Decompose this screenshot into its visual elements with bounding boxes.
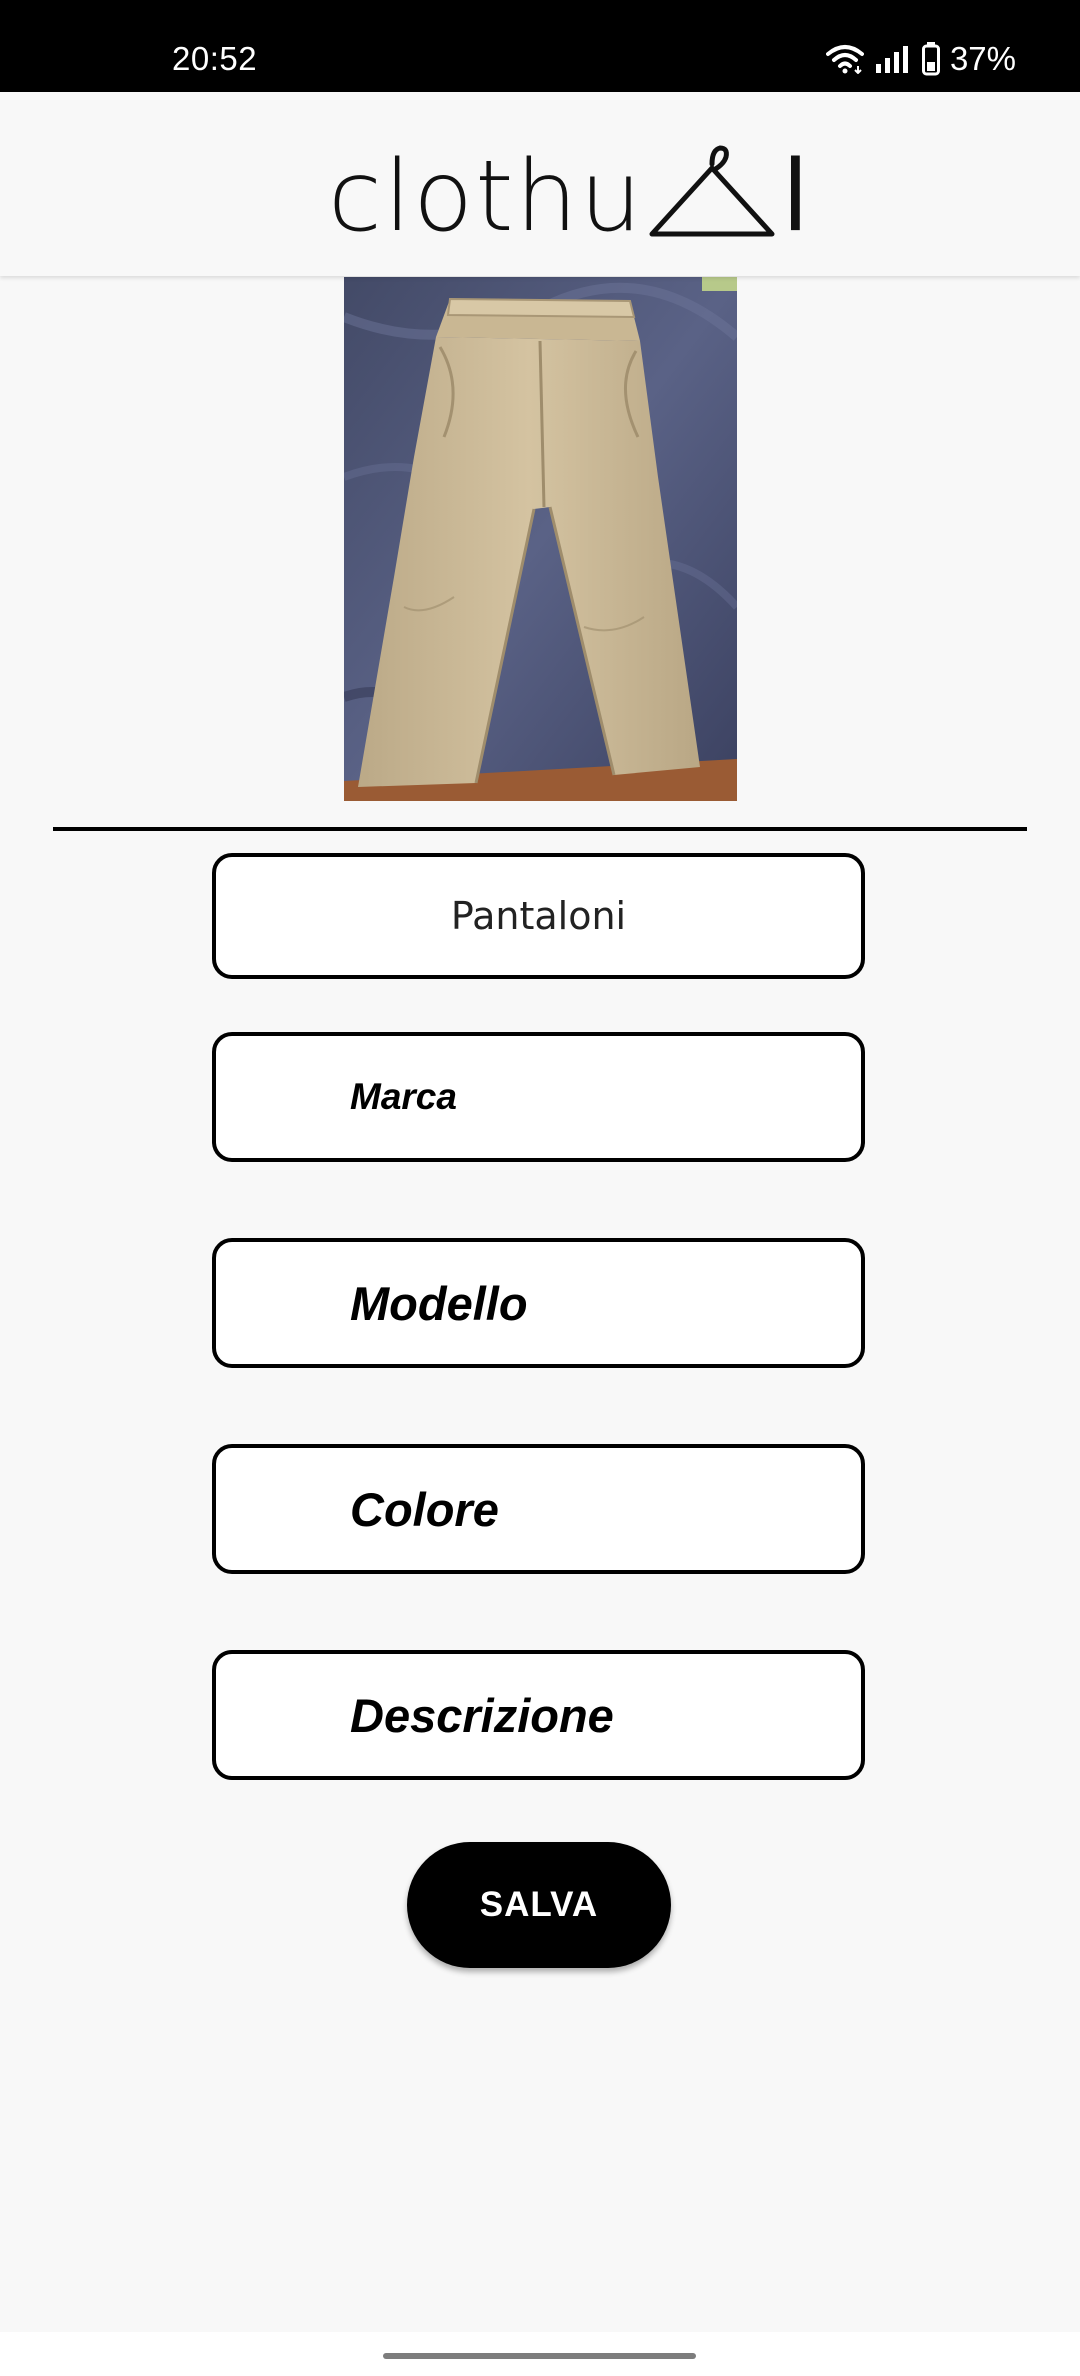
category-value: Pantaloni: [450, 894, 627, 938]
logo-text: clothu: [328, 140, 644, 254]
section-divider: [53, 827, 1027, 831]
battery-percent: 37%: [949, 40, 1016, 77]
signal-icon: [874, 44, 912, 74]
description-input[interactable]: [216, 1654, 861, 1776]
description-field[interactable]: [212, 1650, 865, 1780]
model-field[interactable]: [212, 1238, 865, 1368]
logo-suffix: l: [781, 140, 809, 254]
status-bar: 20:52 37%: [0, 0, 1080, 92]
navigation-bar: [0, 2332, 1080, 2376]
brand-field[interactable]: [212, 1032, 865, 1162]
color-field[interactable]: [212, 1444, 865, 1574]
wifi-icon: [825, 44, 864, 74]
app-logo: clothu l: [328, 122, 809, 246]
category-field[interactable]: Pantaloni: [212, 853, 865, 979]
color-input[interactable]: [216, 1448, 861, 1570]
battery-icon: [921, 42, 940, 76]
gesture-handle[interactable]: [383, 2353, 696, 2359]
status-icons: 37%: [825, 40, 1016, 78]
save-button[interactable]: SALVA: [407, 1842, 671, 1968]
hanger-icon: [649, 145, 775, 237]
brand-input[interactable]: [216, 1036, 861, 1158]
status-time: 20:52: [172, 40, 258, 77]
beige-pants-photo: [344, 277, 737, 801]
model-input[interactable]: [216, 1242, 861, 1364]
